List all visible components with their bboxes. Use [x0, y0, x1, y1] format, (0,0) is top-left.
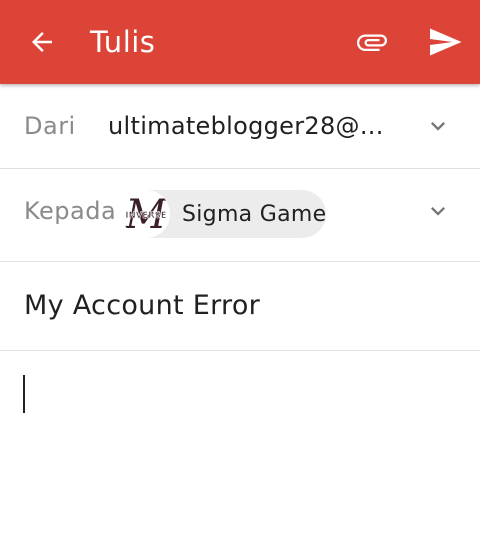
app-bar: Tulis: [0, 0, 480, 84]
send-icon: [430, 28, 462, 56]
send-button[interactable]: [422, 20, 468, 64]
to-label: Kepada: [24, 197, 117, 225]
recipient-name: Sigma Game: [182, 201, 327, 227]
subject-field[interactable]: My Account Error: [24, 290, 464, 321]
chevron-down-icon: [431, 122, 445, 131]
chevron-down-icon: [431, 207, 445, 216]
to-expand-button[interactable]: [424, 197, 452, 225]
recipient-chip[interactable]: M INVERSE Sigma Game: [122, 190, 326, 238]
text-cursor: [23, 375, 25, 413]
avatar: M INVERSE: [122, 190, 170, 238]
subject-row: My Account Error: [0, 262, 480, 351]
to-row: Kepada M INVERSE Sigma Game: [0, 169, 480, 262]
back-button[interactable]: [22, 22, 62, 62]
svg-text:INVERSE: INVERSE: [125, 211, 166, 221]
arrow-back-icon: [32, 32, 52, 52]
from-expand-button[interactable]: [424, 112, 452, 140]
from-label: Dari: [24, 112, 76, 140]
from-account-value[interactable]: ultimateblogger28@...: [108, 112, 388, 140]
paperclip-icon: [357, 34, 387, 51]
page-title: Tulis: [90, 25, 156, 59]
attach-button[interactable]: [350, 22, 394, 62]
message-body-field[interactable]: [0, 351, 480, 554]
recipient-logo-icon: M INVERSE: [122, 190, 170, 238]
from-row: Dari ultimateblogger28@...: [0, 84, 480, 169]
